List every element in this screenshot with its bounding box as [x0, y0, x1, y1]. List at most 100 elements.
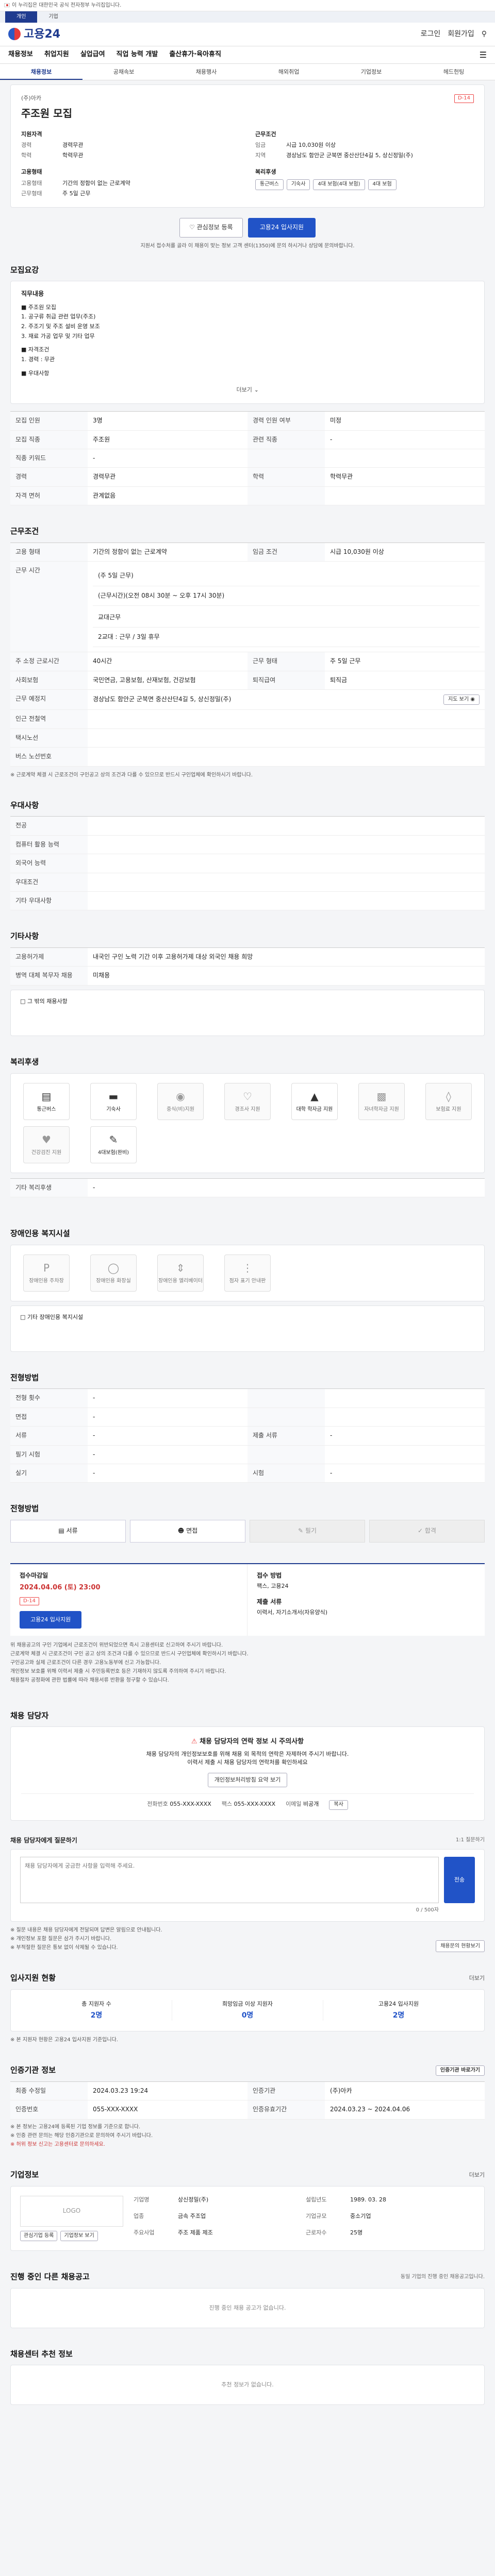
table-value: [325, 449, 485, 468]
summary-label: 임금: [255, 142, 266, 149]
table-value: -: [88, 1179, 485, 1197]
etc-table: 고용허가제 내국인 구인 노력 기간 이후 고용허가제 대상 외국인 채용 희망 …: [10, 947, 485, 986]
privacy-summary-button[interactable]: 개인정보처리방침 요약 보기: [207, 1773, 288, 1787]
apply-notice: 지원서 접수처를 골라 이 채용이 맞는 정보 고객 센터(1350)에 문의 …: [140, 243, 355, 249]
tab-personal[interactable]: 개인: [5, 11, 38, 23]
table-value: 경력무관: [88, 468, 248, 487]
stat-label: 희망임금 이상 지원자: [222, 2000, 273, 2007]
disability-panel: P 장애인용 주차장 ◯ 장애인용 화장실 ⇕ 장애인용 엘리베이터 ⋮ 점자 표기 안…: [10, 1244, 485, 1301]
plus-icon: □: [20, 1313, 26, 1320]
table-key: 전형 횟수: [10, 1389, 88, 1408]
company-key: 업종: [134, 2212, 144, 2219]
table-key: 자격 면허: [10, 486, 88, 506]
note-line: 개인정보 보호를 위해 이력서 제출 시 주민등록번호 등은 기재하지 않도록 …: [10, 1668, 226, 1674]
favorite-button[interactable]: ♡ 관심정보 등록: [179, 218, 243, 238]
contact-panel: ⚠ 채용 담당자의 연락 정보 시 주의사항 채용 담당자의 개인정보보호를 위…: [10, 1726, 485, 1821]
company-info-button[interactable]: 기업정보 보기: [60, 2230, 98, 2241]
company-title: 기업정보 더보기: [10, 2170, 485, 2181]
more-link[interactable]: 더보기: [469, 1974, 485, 1982]
send-button[interactable]: 전송: [444, 1856, 475, 1903]
table-key: 최종 수정일: [10, 2081, 88, 2101]
table-value: 2024.03.23 ~ 2024.04.06: [325, 2100, 485, 2120]
subnav-item[interactable]: 헤드헌팅: [412, 64, 495, 80]
disability-label: 장애인용 화장실: [96, 1278, 131, 1284]
gnb-item-jobs[interactable]: 채용정보: [8, 50, 33, 60]
signup-link[interactable]: 회원가입: [448, 29, 474, 39]
summary-right: 근무조건 임금 시급 10,030원 이상 지역 경상남도 함안군 군북면 중산산단…: [255, 130, 474, 198]
site-logo[interactable]: 고용24: [8, 26, 60, 43]
table-value: -: [88, 1446, 248, 1465]
selection-table: 전형 횟수 - 면접 - 서류 - 제출 서류 - 필기 시험 - 실기 - 시험 -: [10, 1388, 485, 1483]
table-key: 관련 직종: [248, 430, 325, 450]
inquiry-status-button[interactable]: 채용문의 현황보기: [436, 1940, 485, 1953]
global-nav: 채용정보 취업지원 실업급여 직업 능력 개발 출산휴가·육아휴직 ☰: [0, 46, 495, 64]
step-label: 면접: [186, 1527, 198, 1535]
gnb-item-leave[interactable]: 출산휴가·육아휴직: [169, 50, 221, 60]
contact-alert: 채용 담당자의 개인정보보호를 위해 채용 외 목적의 연락은 자제하여 주시기…: [146, 1751, 349, 1758]
table-key: 학력: [248, 468, 325, 487]
hamburger-menu-icon[interactable]: ☰: [480, 49, 487, 61]
apply-button[interactable]: 고용24 입사지원: [20, 1611, 82, 1629]
company-key: 주요사업: [134, 2229, 155, 2236]
tab-company[interactable]: 기업: [37, 11, 69, 23]
welfare-chip: 기숙사: [286, 179, 310, 190]
login-link[interactable]: 로그인: [421, 29, 441, 39]
conditions-title: 근무조건: [10, 527, 39, 536]
receipt-left: 접수마감일 2024.04.06 (토) 23:00 D-14 고용24 입사지…: [10, 1564, 248, 1636]
table-value: (주)아카: [325, 2082, 485, 2101]
fav-company-button[interactable]: 관심기업 등록: [20, 2230, 58, 2241]
summary-value: 시급 10,030원 이상: [286, 142, 336, 149]
gnb-item-support[interactable]: 취업지원: [44, 50, 69, 60]
doc-icon: ✎: [109, 1133, 118, 1146]
subnav-item[interactable]: 해외취업: [248, 64, 330, 80]
welfare-label: 대학 학자금 지원: [296, 1106, 333, 1112]
cert-link-button[interactable]: 인증기관 바로가기: [435, 2065, 485, 2076]
map-button[interactable]: 지도 보기 ◉: [443, 694, 480, 705]
inquiry-panel: 0 / 500자 전송: [10, 1849, 485, 1922]
more-link[interactable]: 더보기: [469, 2171, 485, 2179]
table-key: 실기: [10, 1464, 88, 1483]
job-description: 직무내용 ■ 주조원 모집 1. 공구류 취급 관련 업무(주조) 2. 주조기…: [10, 281, 485, 404]
stat-value: 2명: [90, 2011, 103, 2020]
table-value: -: [88, 1389, 248, 1408]
more-link[interactable]: 더보기: [237, 386, 252, 393]
prefer-table: 전공 컴퓨터 활용 능력 외국어 능력 우대조건 기타 우대사항: [10, 816, 485, 911]
table-key: 외국어 능력: [10, 854, 88, 873]
welfare-chip: 4대 보험: [368, 179, 397, 190]
subnav-item[interactable]: 채용정보: [0, 64, 82, 80]
receipt-panel: 접수마감일 2024.04.06 (토) 23:00 D-14 고용24 입사지…: [10, 1563, 485, 1636]
subnav-item[interactable]: 채용행사: [165, 64, 248, 80]
company-value: 주조 제품 제조: [178, 2229, 213, 2236]
recommend-panel: 추천 정보가 없습니다.: [10, 2365, 485, 2405]
applicant-stat: 희망임금 이상 지원자 0명: [172, 1999, 323, 2021]
table-key: 직종 키워드: [10, 449, 88, 468]
welfare-item: ✎ 4대보험(완비): [90, 1126, 137, 1163]
welfare-label: 통근버스: [37, 1106, 56, 1112]
subnav-item[interactable]: 공채속보: [82, 64, 165, 80]
table-key: 근무 형태: [248, 652, 325, 671]
gnb-item-benefits[interactable]: 실업급여: [80, 50, 105, 60]
copy-button[interactable]: 복사: [329, 1800, 348, 1810]
welfare-item: ♡ 경조사 지원: [224, 1082, 271, 1120]
table-key: 서류: [10, 1427, 88, 1446]
contact-title: 채용 담당자: [10, 1710, 49, 1720]
table-key: 고용 형태: [10, 543, 88, 562]
desc-line: ■ 우대사항: [21, 369, 50, 377]
welfare-item: ▤ 통근버스: [23, 1082, 70, 1120]
table-key: 컴퓨터 활용 능력: [10, 835, 88, 855]
note-line: ※ 인증 관련 문의는 해당 인증기관으로 문의하여 주시기 바랍니다.: [10, 2132, 153, 2139]
company-value: 1989. 03. 28: [350, 2196, 386, 2203]
table-key: 인증번호: [10, 2100, 88, 2120]
table-key: 병역 대체 복무자 채용: [10, 967, 88, 986]
company-title-text: 기업정보: [10, 2170, 39, 2179]
meal-icon: ◉: [176, 1090, 185, 1103]
table-value: [88, 873, 485, 892]
subnav-item[interactable]: 기업정보: [330, 64, 412, 80]
inquiry-textarea[interactable]: [20, 1856, 439, 1903]
dday-badge: D-14: [20, 1597, 40, 1606]
apply-button[interactable]: 고용24 입사지원: [248, 218, 316, 238]
table-value: [88, 836, 485, 855]
gnb-item-training[interactable]: 직업 능력 개발: [117, 50, 158, 60]
welfare-other: 기타 복리후생 -: [10, 1178, 485, 1197]
search-icon[interactable]: ⚲: [482, 29, 487, 39]
